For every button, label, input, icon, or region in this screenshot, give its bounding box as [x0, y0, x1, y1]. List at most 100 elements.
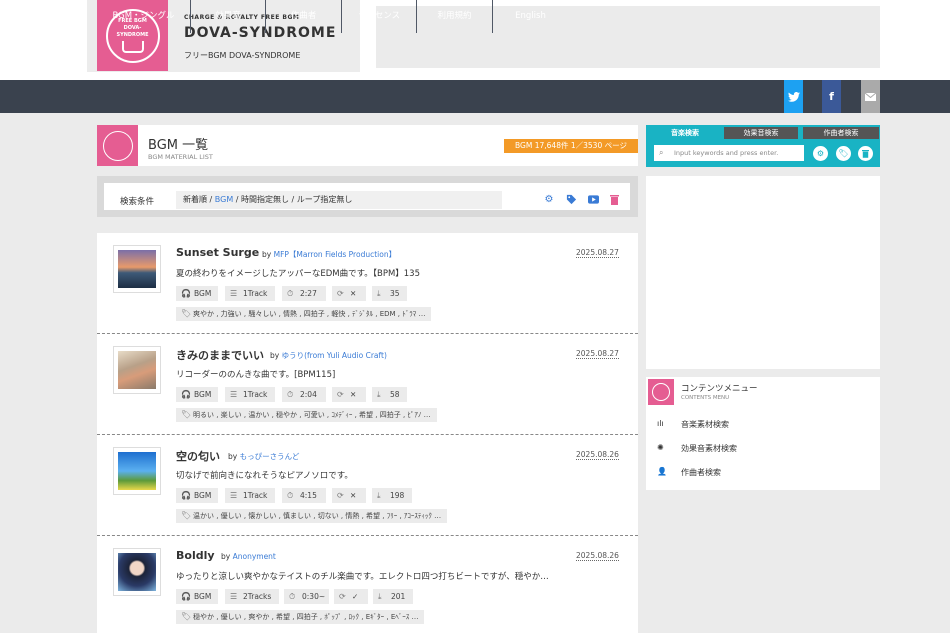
gear-icon[interactable]: ⚙	[543, 193, 555, 205]
tags-label: 爽やか , 力強い , 騒々しい , 情熱 , 四拍子 , 軽快 , ﾃﾞｼﾞﾀ…	[193, 310, 426, 318]
author-link[interactable]: MFP【Marron Fields Production】	[274, 250, 396, 259]
loop-status: ⟳ ✕	[332, 286, 366, 301]
tags-label: 明るい , 楽しい , 温かい , 穏やか , 可愛い , ｺﾒﾃﾞｨｰ , 希…	[193, 411, 431, 419]
filter-separator: /	[289, 195, 297, 204]
track-title[interactable]: 空の匂い	[176, 448, 220, 464]
search-input[interactable]: Input keywords and press enter.	[654, 145, 804, 161]
stopwatch-icon: ⏱	[287, 390, 294, 399]
list-icon: ☰	[230, 289, 238, 298]
tags-label: 温かい , 優しい , 懐かしい , 慎ましい , 切ない , 情熱 , 希望 …	[193, 512, 442, 520]
nav-item-composers[interactable]: 作曲者	[266, 0, 342, 33]
trash-icon[interactable]	[858, 146, 873, 161]
download-icon: ⤓	[377, 390, 381, 399]
nav-item-terms[interactable]: 利用規約	[417, 0, 493, 33]
filter-separator: /	[233, 195, 242, 204]
tag-list[interactable]: 🏷 爽やか , 力強い , 騒々しい , 情熱 , 四拍子 , 軽快 , ﾃﾞｼﾞ…	[176, 307, 432, 321]
tag-icon: 🏷	[181, 309, 192, 318]
track-count: ☰ 1Track	[225, 488, 275, 503]
tab-composer-search[interactable]: 作曲者検索	[803, 127, 879, 139]
track-author: by MFP【Marron Fields Production】	[262, 249, 396, 260]
tags-label: 穏やか , 優しい , 爽やか , 希望 , 四拍子 , ﾎﾟｯﾌﾟ , ﾛｯｸ…	[193, 613, 419, 621]
download-label: 58	[390, 390, 400, 399]
type-label: BGM	[194, 289, 212, 298]
download-count: ⤓ 198	[372, 488, 412, 503]
track-count-label: 1Track	[243, 390, 268, 399]
track-thumbnail[interactable]	[113, 447, 161, 495]
nav-item-sound-effects[interactable]: 効果音	[191, 0, 266, 33]
tag-list[interactable]: 🏷 明るい , 楽しい , 温かい , 穏やか , 可愛い , ｺﾒﾃﾞｨｰ , …	[176, 408, 437, 422]
nav-item-license[interactable]: ライセンス	[342, 0, 417, 33]
track-date: 2025.08.26	[576, 450, 619, 460]
track-thumbnail[interactable]	[113, 548, 161, 596]
twitter-icon[interactable]	[784, 80, 803, 113]
menu-item-music-search[interactable]: 音楽素材検索	[681, 419, 729, 430]
mail-icon[interactable]	[861, 80, 880, 113]
download-count: ⤓ 35	[372, 286, 407, 301]
sidebar-ad-area	[646, 176, 880, 369]
by-label: by	[228, 452, 238, 461]
track-length: ⏱ 0:30~	[284, 589, 329, 604]
type-badge: 🎧 BGM	[176, 286, 218, 301]
filter-time[interactable]: 時間指定無し	[241, 195, 289, 204]
author-link[interactable]: ゆうり(from Yuli Audio Craft)	[282, 351, 387, 360]
length-label: 2:04	[300, 390, 317, 399]
tag-icon[interactable]: 🏷	[836, 146, 851, 161]
filter-sort[interactable]: 新着順	[183, 195, 207, 204]
facebook-icon[interactable]: f	[822, 80, 841, 113]
track-description: 夏の終わりをイメージしたアッパーなEDM曲です。【BPM】135	[176, 269, 420, 279]
track-title[interactable]: きみのままでいい	[176, 347, 264, 363]
page-title: BGM 一覧	[148, 138, 209, 153]
trash-icon[interactable]	[608, 193, 620, 205]
author-link[interactable]: もっぴーさうんど	[240, 452, 300, 461]
filter-category-link[interactable]: BGM	[215, 195, 233, 204]
list-icon: ☰	[230, 491, 238, 500]
list-item: きみのままでいい by ゆうり(from Yuli Audio Craft) 2…	[97, 334, 638, 435]
menu-item-sfx-search[interactable]: 効果音素材検索	[681, 443, 737, 454]
list-icon: ☰	[230, 390, 238, 399]
track-title[interactable]: Sunset Surge	[176, 246, 259, 259]
headphones-icon: 🎧	[181, 592, 191, 601]
tab-sfx-search[interactable]: 効果音検索	[724, 127, 798, 139]
video-icon[interactable]	[587, 193, 599, 205]
filter-separator: /	[207, 195, 215, 204]
result-count-badge: BGM 17,648件 1／3530 ページ	[504, 139, 638, 153]
tag-icon: 🏷	[181, 511, 192, 520]
brand-subtitle: フリーBGM DOVA-SYNDROME	[184, 51, 301, 60]
menu-subtitle: CONTENTS MENU	[681, 395, 730, 401]
list-item: 空の匂い by もっぴーさうんど 2025.08.26 切なげで前向きになれそう…	[97, 435, 638, 536]
track-count-label: 2Tracks	[243, 592, 272, 601]
tab-music-search[interactable]: 音楽検索	[648, 127, 722, 139]
by-label: by	[270, 351, 280, 360]
filter-loop[interactable]: ループ指定無し	[297, 195, 353, 204]
stopwatch-icon: ⏱	[287, 491, 294, 500]
track-description: ゆったりと涼しい爽やかなテイストのチル楽曲です。エレクトロ四つ打ちビートですが、…	[176, 572, 549, 582]
track-date: 2025.08.27	[576, 248, 619, 258]
track-thumbnail[interactable]	[113, 346, 161, 394]
type-badge: 🎧 BGM	[176, 488, 218, 503]
nav-item-english[interactable]: English	[493, 0, 568, 33]
track-author: by もっぴーさうんど	[228, 451, 299, 462]
nav-item-bgm[interactable]: BGM・ジングル	[97, 0, 191, 33]
track-title[interactable]: Boldly	[176, 549, 215, 562]
gear-icon[interactable]: ⚙	[813, 146, 828, 161]
main-nav	[0, 80, 950, 113]
download-count: ⤓ 58	[372, 387, 407, 402]
download-label: 201	[391, 592, 406, 601]
tag-icon[interactable]	[565, 193, 577, 205]
tag-list[interactable]: 🏷 穏やか , 優しい , 爽やか , 希望 , 四拍子 , ﾎﾟｯﾌﾟ , ﾛｯ…	[176, 610, 425, 624]
track-thumbnail[interactable]	[113, 245, 161, 293]
by-label: by	[262, 250, 272, 259]
list-item: Boldly by Anonyment 2025.08.26 ゆったりと涼しい爽…	[97, 536, 638, 633]
track-length: ⏱ 4:15	[282, 488, 326, 503]
tag-list[interactable]: 🏷 温かい , 優しい , 懐かしい , 慎ましい , 切ない , 情熱 , 希望…	[176, 509, 448, 523]
headphones-icon: 🎧	[181, 289, 191, 298]
user-icon: 👤	[657, 467, 667, 476]
type-badge: 🎧 BGM	[176, 387, 218, 402]
burst-icon: ✺	[657, 443, 664, 452]
menu-item-composer-search[interactable]: 作曲者検索	[681, 467, 721, 478]
loop-label: ✕	[350, 289, 357, 298]
author-link[interactable]: Anonyment	[233, 552, 276, 561]
track-date: 2025.08.27	[576, 349, 619, 359]
track-length: ⏱ 2:27	[282, 286, 326, 301]
download-icon: ⤓	[378, 592, 382, 601]
